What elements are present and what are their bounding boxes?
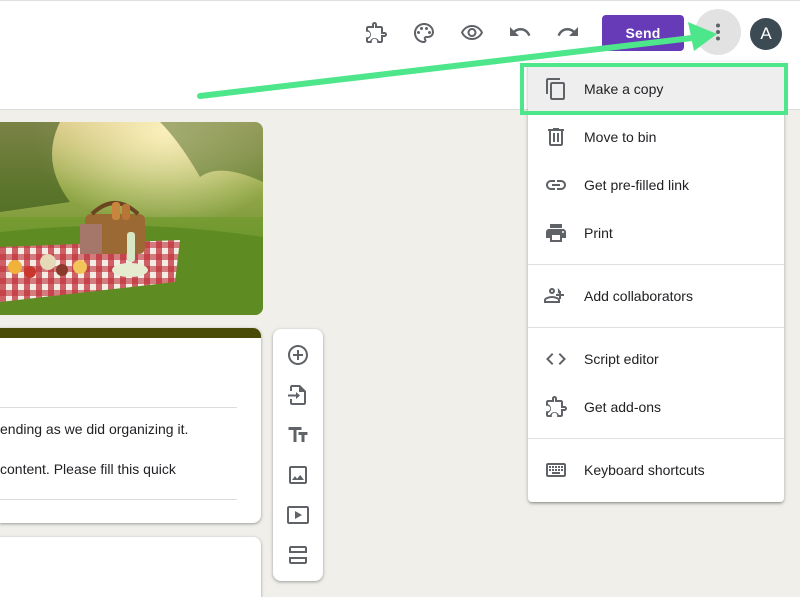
- trash-icon: [544, 125, 568, 149]
- menu-item-label: Move to bin: [584, 129, 657, 145]
- menu-item-add-collaborators[interactable]: Add collaborators: [528, 272, 784, 320]
- menu-item-label: Keyboard shortcuts: [584, 462, 705, 478]
- menu-divider: [528, 264, 784, 265]
- undo-icon[interactable]: [504, 17, 536, 49]
- menu-item-print[interactable]: Print: [528, 209, 784, 257]
- menu-item-label: Get pre-filled link: [584, 177, 690, 193]
- menu-item-move-to-bin[interactable]: Move to bin: [528, 113, 784, 161]
- form-description-line-1: ending as we did organizing it.: [0, 421, 189, 437]
- menu-item-label: Add collaborators: [584, 288, 693, 304]
- add-video-icon[interactable]: [282, 499, 314, 531]
- picnic-image: [0, 122, 263, 315]
- question-card[interactable]: [0, 537, 261, 597]
- menu-item-get-add-ons[interactable]: Get add-ons: [528, 383, 784, 431]
- add-image-icon[interactable]: [282, 459, 314, 491]
- more-options-button[interactable]: [695, 9, 741, 55]
- description-divider: [0, 499, 237, 500]
- form-title-card[interactable]: ending as we did organizing it. content.…: [0, 328, 261, 523]
- import-questions-icon[interactable]: [282, 379, 314, 411]
- menu-item-script-editor[interactable]: Script editor: [528, 335, 784, 383]
- puzzle-icon: [544, 395, 568, 419]
- menu-item-label: Script editor: [584, 351, 659, 367]
- menu-divider: [528, 327, 784, 328]
- menu-item-get-pre-filled-link[interactable]: Get pre-filled link: [528, 161, 784, 209]
- add-people-icon: [544, 284, 568, 308]
- more-options-menu: Make a copy Move to bin Get pre-filled l…: [528, 62, 784, 502]
- annotation-highlight-box: [520, 63, 788, 115]
- palette-icon[interactable]: [408, 17, 440, 49]
- account-avatar[interactable]: A: [750, 18, 782, 50]
- add-title-icon[interactable]: [282, 419, 314, 451]
- preview-icon[interactable]: [456, 17, 488, 49]
- menu-item-label: Get add-ons: [584, 399, 662, 415]
- form-header-image: [0, 122, 263, 315]
- more-vert-icon: [716, 23, 720, 41]
- add-question-icon[interactable]: [282, 339, 314, 371]
- menu-item-keyboard-shortcuts[interactable]: Keyboard shortcuts: [528, 446, 784, 494]
- top-edge-line: [0, 0, 800, 1]
- form-description-line-2: content. Please fill this quick: [0, 461, 176, 477]
- form-accent-bar: [0, 328, 261, 338]
- floating-toolbar: [273, 329, 323, 581]
- menu-item-label: Print: [584, 225, 613, 241]
- printer-icon: [544, 221, 568, 245]
- title-divider: [0, 407, 237, 408]
- code-icon: [544, 347, 568, 371]
- link-icon: [544, 173, 568, 197]
- send-button[interactable]: Send: [602, 15, 684, 51]
- redo-icon[interactable]: [552, 17, 584, 49]
- addons-icon[interactable]: [360, 17, 392, 49]
- menu-divider: [528, 438, 784, 439]
- keyboard-icon: [544, 458, 568, 482]
- add-section-icon[interactable]: [282, 539, 314, 571]
